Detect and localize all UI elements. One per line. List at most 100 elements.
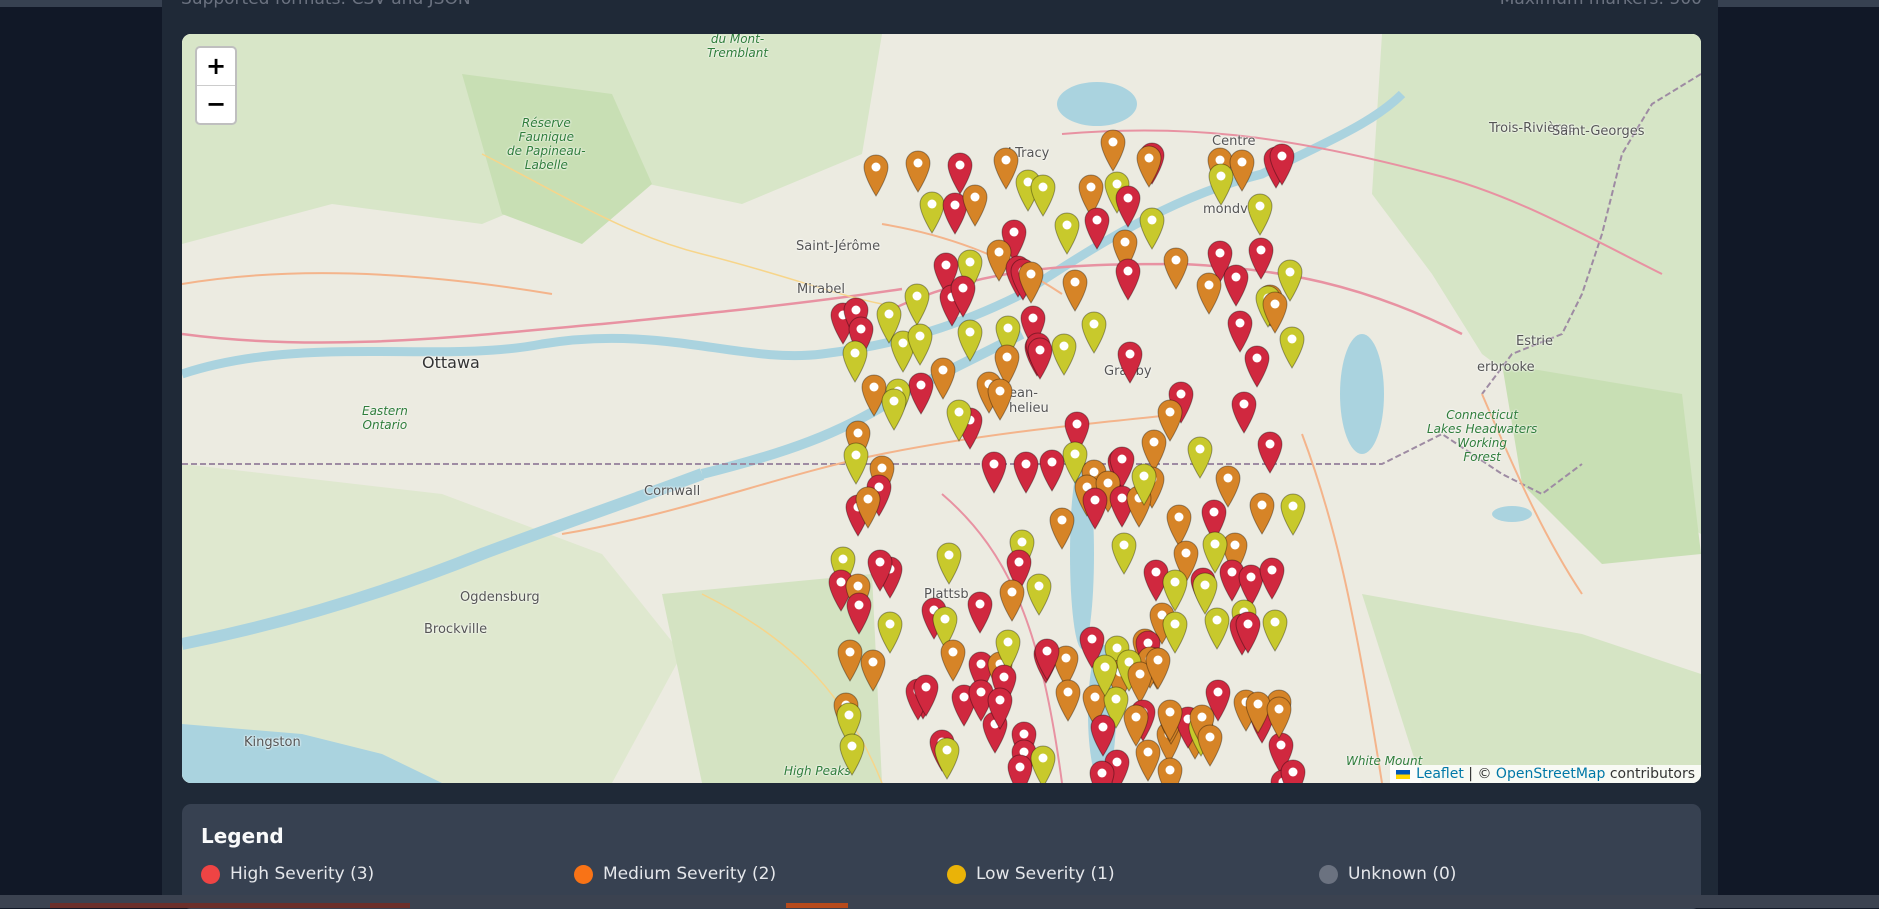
medium-severity-marker-icon[interactable] xyxy=(1195,271,1223,315)
legend-item-low: Low Severity (1) xyxy=(947,862,1115,886)
low-severity-marker-icon[interactable] xyxy=(1050,332,1078,376)
low-severity-marker-icon[interactable] xyxy=(1025,572,1053,616)
medium-severity-marker-icon[interactable] xyxy=(939,638,967,682)
attribution-suffix: contributors xyxy=(1609,766,1695,782)
medium-severity-marker-icon[interactable] xyxy=(1248,491,1276,535)
high-severity-marker-icon[interactable] xyxy=(1258,556,1286,600)
medium-severity-marker-icon[interactable] xyxy=(1054,678,1082,722)
low-severity-marker-icon[interactable] xyxy=(1246,192,1274,236)
high-severity-marker-icon[interactable] xyxy=(1116,340,1144,384)
medium-severity-marker-icon[interactable] xyxy=(1061,268,1089,312)
zoom-in-button[interactable]: + xyxy=(197,48,235,85)
low-severity-marker-icon[interactable] xyxy=(1279,492,1307,536)
zoom-control: + − xyxy=(195,46,237,125)
high-severity-marker-icon[interactable] xyxy=(1088,759,1116,783)
low-severity-marker-icon[interactable] xyxy=(1091,653,1119,697)
taskbar-item[interactable] xyxy=(50,903,410,908)
medium-severity-marker-icon[interactable] xyxy=(904,149,932,193)
high-severity-marker-icon[interactable] xyxy=(1256,430,1284,474)
low-severity-marker-icon[interactable] xyxy=(903,282,931,326)
supported-formats-text: Supported formats: CSV and JSON xyxy=(181,0,471,9)
place-label-mirabel: Mirabel xyxy=(797,282,846,297)
low-severity-marker-icon[interactable] xyxy=(1029,744,1057,783)
medium-severity-marker-icon[interactable] xyxy=(998,578,1026,622)
medium-severity-marker-icon[interactable] xyxy=(1048,506,1076,550)
legend-panel: Legend High Severity (3) Medium Severity… xyxy=(182,804,1701,909)
medium-severity-marker-icon[interactable] xyxy=(961,183,989,227)
medium-severity-marker-icon[interactable] xyxy=(929,356,957,400)
high-severity-marker-icon[interactable] xyxy=(912,673,940,717)
low-severity-marker-icon[interactable] xyxy=(1207,162,1235,206)
low-severity-marker-icon[interactable] xyxy=(1203,606,1231,650)
taskbar-item[interactable] xyxy=(786,903,848,908)
map-attribution: Leaflet | © OpenStreetMap contributors xyxy=(1389,765,1701,783)
low-severity-marker-icon[interactable] xyxy=(933,736,961,780)
high-severity-marker-icon[interactable] xyxy=(1247,236,1275,280)
high-severity-marker-icon[interactable] xyxy=(1083,206,1111,250)
high-severity-dot-icon xyxy=(201,864,220,884)
medium-severity-marker-icon[interactable] xyxy=(1122,703,1150,747)
low-severity-marker-icon[interactable] xyxy=(945,398,973,442)
place-label-estrie: Estrie xyxy=(1516,334,1554,349)
unknown-severity-dot-icon xyxy=(1319,864,1338,884)
medium-severity-marker-icon[interactable] xyxy=(1265,695,1293,739)
medium-severity-marker-icon[interactable] xyxy=(854,485,882,529)
medium-severity-marker-icon[interactable] xyxy=(859,648,887,692)
leaflet-map[interactable]: Ottawa Saint-Jérôme Mirabel Cornwall Ogd… xyxy=(182,34,1701,783)
place-label-connecticut: Connecticut Lakes Headwaters Working For… xyxy=(1427,408,1538,464)
high-severity-marker-icon[interactable] xyxy=(1114,257,1142,301)
high-severity-marker-icon[interactable] xyxy=(1222,263,1250,307)
high-severity-marker-icon[interactable] xyxy=(1081,486,1109,530)
medium-severity-marker-icon[interactable] xyxy=(986,377,1014,421)
high-severity-marker-icon[interactable] xyxy=(980,450,1008,494)
high-severity-marker-icon[interactable] xyxy=(1234,610,1262,654)
place-label-st-jean: ean- helieu xyxy=(1009,386,1049,416)
place-label-cornwall: Cornwall xyxy=(644,484,701,499)
legend-item-unknown: Unknown (0) xyxy=(1319,862,1456,886)
zoom-out-button[interactable]: − xyxy=(197,85,235,123)
low-severity-marker-icon[interactable] xyxy=(1261,608,1289,652)
high-severity-marker-icon[interactable] xyxy=(966,590,994,634)
low-severity-marker-icon[interactable] xyxy=(956,318,984,362)
low-severity-marker-icon[interactable] xyxy=(1110,531,1138,575)
high-severity-marker-icon[interactable] xyxy=(949,274,977,318)
high-severity-marker-icon[interactable] xyxy=(845,591,873,635)
low-severity-dot-icon xyxy=(947,864,966,884)
low-severity-marker-icon[interactable] xyxy=(1080,310,1108,354)
place-label-ogdensburg: Ogdensburg xyxy=(460,590,540,605)
medium-severity-marker-icon[interactable] xyxy=(1196,723,1224,767)
low-severity-marker-icon[interactable] xyxy=(1138,206,1166,250)
low-severity-marker-icon[interactable] xyxy=(880,387,908,431)
leaflet-link[interactable]: Leaflet xyxy=(1416,766,1464,782)
max-markers-text: Maximum markers: 500 xyxy=(1500,0,1702,9)
attribution-separator: | © xyxy=(1468,766,1492,782)
medium-severity-marker-icon[interactable] xyxy=(1261,290,1289,334)
medium-severity-marker-icon[interactable] xyxy=(1135,144,1163,188)
legend-label-medium: Medium Severity (2) xyxy=(603,864,777,884)
low-severity-marker-icon[interactable] xyxy=(1130,462,1158,506)
low-severity-marker-icon[interactable] xyxy=(1161,568,1189,612)
medium-severity-dot-icon xyxy=(574,864,593,884)
high-severity-marker-icon[interactable] xyxy=(1012,450,1040,494)
medium-severity-marker-icon[interactable] xyxy=(1162,246,1190,290)
high-severity-marker-icon[interactable] xyxy=(1268,142,1296,186)
place-label-sherbrooke: erbrooke xyxy=(1477,360,1535,375)
place-label-ottawa: Ottawa xyxy=(422,353,480,372)
low-severity-marker-icon[interactable] xyxy=(1186,435,1214,479)
low-severity-marker-icon[interactable] xyxy=(838,732,866,776)
high-severity-marker-icon[interactable] xyxy=(1279,758,1307,783)
medium-severity-marker-icon[interactable] xyxy=(1099,128,1127,172)
high-severity-marker-icon[interactable] xyxy=(1033,637,1061,681)
medium-severity-marker-icon[interactable] xyxy=(1017,260,1045,304)
medium-severity-marker-icon[interactable] xyxy=(1144,646,1172,690)
low-severity-marker-icon[interactable] xyxy=(935,541,963,585)
high-severity-marker-icon[interactable] xyxy=(1243,344,1271,388)
medium-severity-marker-icon[interactable] xyxy=(1156,698,1184,742)
medium-severity-marker-icon[interactable] xyxy=(1156,756,1184,783)
place-label-mont-tremblant: du Mont- Tremblant xyxy=(707,34,769,60)
high-severity-marker-icon[interactable] xyxy=(1230,390,1258,434)
medium-severity-marker-icon[interactable] xyxy=(862,153,890,197)
openstreetmap-link[interactable]: OpenStreetMap xyxy=(1496,766,1605,782)
low-severity-marker-icon[interactable] xyxy=(1053,211,1081,255)
place-label-eastern-ontario: Eastern Ontario xyxy=(362,404,408,432)
